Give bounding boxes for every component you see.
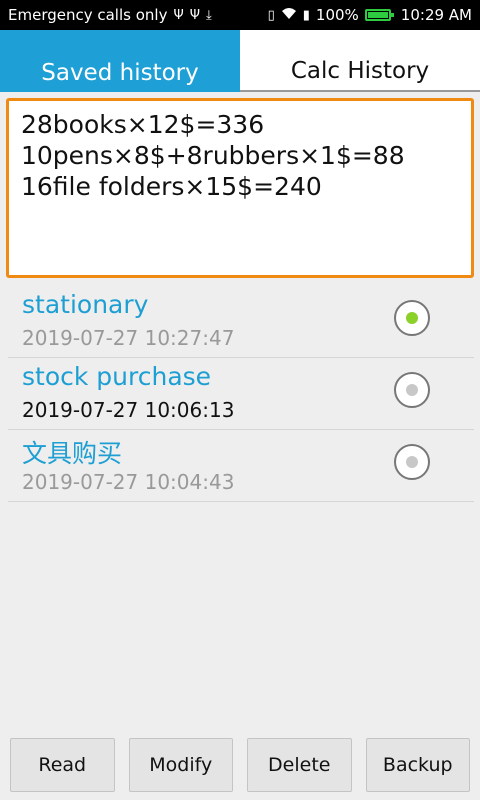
modify-button[interactable]: Modify [128, 738, 233, 792]
battery-icon [364, 9, 394, 21]
list-item[interactable]: stationary 2019-07-27 10:27:47 [8, 286, 474, 358]
item-date: 2019-07-27 10:04:43 [22, 470, 235, 494]
read-button[interactable]: Read [10, 738, 115, 792]
download-icon: ⤓ [205, 7, 212, 23]
item-title: 文具购买 [22, 439, 123, 468]
status-bar: Emergency calls only Ψ Ψ ⤓ ▯ ▮ 100% 10:2… [0, 0, 480, 30]
history-content-box[interactable]: 28books×12$=336 10pens×8$+8rubbers×1$=88… [6, 98, 474, 278]
select-radio[interactable] [394, 444, 430, 480]
item-date: 2019-07-27 10:06:13 [22, 398, 235, 422]
tab-bar: Saved history Calc History [0, 30, 480, 92]
clock: 10:29 AM [400, 6, 472, 24]
item-title: stationary [22, 290, 149, 319]
list-item[interactable]: 文具购买 2019-07-27 10:04:43 [8, 430, 474, 502]
backup-button[interactable]: Backup [365, 738, 470, 792]
battery-percent: 100% [315, 6, 359, 24]
carrier-text: Emergency calls only [8, 6, 168, 24]
vibrate-icon: ▯ [267, 7, 275, 23]
item-title: stock purchase [22, 362, 212, 391]
select-radio[interactable] [394, 372, 430, 408]
usb-icon: Ψ [173, 7, 184, 23]
list-item[interactable]: stock purchase 2019-07-27 10:06:13 [8, 358, 474, 430]
tab-saved-history[interactable]: Saved history [0, 30, 240, 92]
tab-label: Saved history [41, 60, 199, 86]
tab-calc-history[interactable]: Calc History [240, 30, 480, 92]
delete-button[interactable]: Delete [247, 738, 352, 792]
usb-icon: Ψ [189, 7, 200, 23]
select-radio[interactable] [394, 300, 430, 336]
saved-history-list: stationary 2019-07-27 10:27:47 stock pur… [8, 286, 474, 502]
tab-label: Calc History [290, 58, 430, 84]
item-date: 2019-07-27 10:27:47 [22, 326, 235, 350]
wifi-icon [281, 7, 297, 23]
action-bar: Read Modify Delete Backup [10, 738, 470, 792]
sim-icon: ▮ [302, 7, 310, 23]
